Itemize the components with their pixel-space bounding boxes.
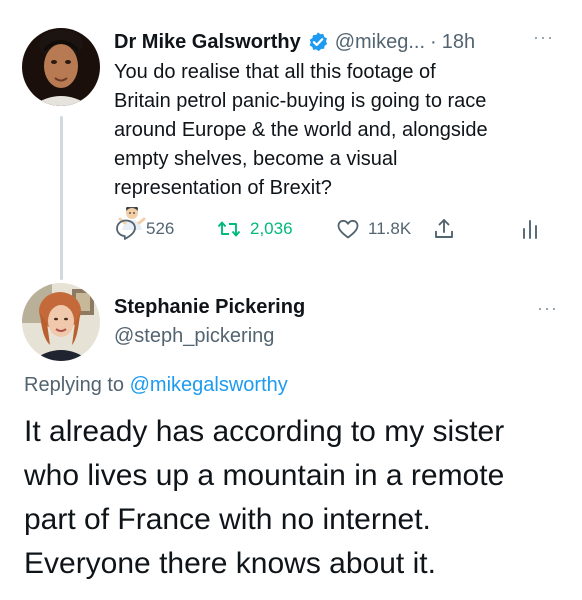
replying-to-prefix: Replying to <box>24 374 125 396</box>
replying-to-mention-link[interactable]: @mikegalsworthy <box>130 374 288 396</box>
avatar[interactable] <box>22 283 100 361</box>
reply-text-line: who lives up a mountain in a remote <box>24 459 505 492</box>
reply-text-line: It already has according to my sister <box>24 415 505 448</box>
reply-author-handle[interactable]: @steph_pickering <box>114 325 274 348</box>
tweet-text-line: You do realise that all this footage of <box>114 61 436 83</box>
author-display-name[interactable]: Dr Mike Galsworthy <box>114 31 301 54</box>
analytics-icon <box>523 220 537 239</box>
separator-dot: · <box>430 30 437 53</box>
tweet-text-line: around Europe & the world and, alongside <box>114 119 488 141</box>
retweet-button[interactable]: 2,036 <box>216 212 293 246</box>
retweet-count: 2,036 <box>250 219 293 238</box>
retweet-icon <box>217 221 241 237</box>
reply-text-line: Everyone there knows about it. <box>24 547 436 580</box>
heart-icon <box>337 219 359 239</box>
share-button[interactable] <box>432 212 464 246</box>
avatar[interactable] <box>22 28 100 106</box>
share-icon <box>435 219 453 238</box>
reply-icon <box>116 219 136 240</box>
replying-to-line: Replying to @mikegalsworthy <box>24 374 288 397</box>
tweet-timestamp[interactable]: 18h <box>442 31 475 54</box>
more-options-icon[interactable]: ··· <box>533 27 554 48</box>
analytics-button[interactable] <box>518 212 550 246</box>
like-button[interactable]: 11.8K <box>336 212 411 246</box>
tweet-text-line: Britain petrol panic-buying is going to … <box>114 90 487 112</box>
reply-count: 526 <box>146 219 175 238</box>
tweet-text-line: empty shelves, become a visual <box>114 148 398 170</box>
reply-button[interactable]: 526 <box>114 212 174 246</box>
reply-text-line: part of France with no internet. <box>24 503 431 536</box>
tweet-header: Dr Mike Galsworthy @mikeg... · 18h ··· <box>114 27 564 57</box>
tweet-text-line: representation of Brexit? <box>114 177 332 199</box>
more-options-icon[interactable]: ··· <box>537 298 558 319</box>
verified-badge-icon <box>307 31 329 53</box>
tweet-action-bar: 526 2,036 11.8K <box>114 212 554 246</box>
thread-connector-line <box>60 116 63 280</box>
reply-text: It already has according to my sister wh… <box>24 410 574 586</box>
reply-author-display-name[interactable]: Stephanie Pickering <box>114 296 305 319</box>
author-handle[interactable]: @mikeg... <box>335 31 425 54</box>
like-count: 11.8K <box>368 219 412 238</box>
